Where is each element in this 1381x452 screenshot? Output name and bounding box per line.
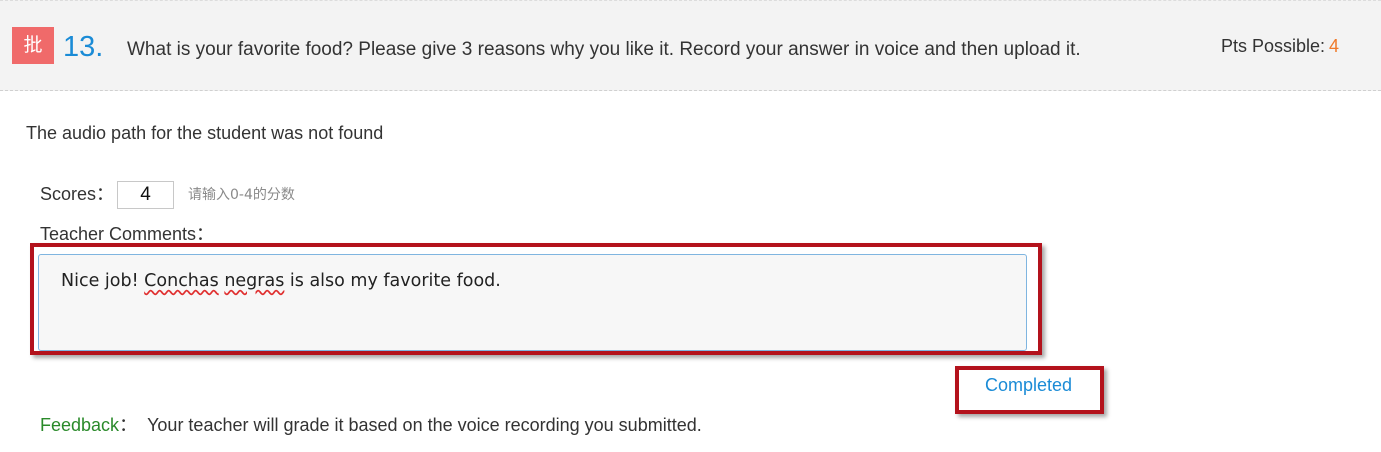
score-hint: 请输入0-4的分数 xyxy=(188,187,295,203)
comment-text-start: Nice job! xyxy=(61,271,145,291)
comment-misspelled-word: negras xyxy=(224,271,285,291)
teacher-comments-text: Nice job! Conchas negras is also my favo… xyxy=(61,269,501,293)
audio-status-message: The audio path for the student was not f… xyxy=(26,123,384,143)
comment-misspelled-word: Conchas xyxy=(144,271,219,291)
question-text: What is your favorite food? Please give … xyxy=(127,39,1081,60)
comment-text-end: is also my favorite food. xyxy=(284,271,501,291)
points-possible: Pts Possible: 4 xyxy=(1221,34,1339,58)
teacher-comments-textarea[interactable]: Nice job! Conchas negras is also my favo… xyxy=(38,254,1027,351)
feedback-colon: ： xyxy=(119,415,138,435)
points-possible-label: Pts Possible: xyxy=(1221,36,1326,56)
feedback-row: Feedback： Your teacher will grade it base… xyxy=(40,413,702,437)
completed-button[interactable]: Completed xyxy=(985,373,1072,397)
points-possible-value: 4 xyxy=(1329,36,1340,56)
question-number: 13. xyxy=(63,31,104,63)
feedback-text: Your teacher will grade it based on the … xyxy=(147,415,702,435)
question-header: 批 13. What is your favorite food? Please… xyxy=(0,0,1381,91)
grading-badge: 批 xyxy=(12,27,54,64)
score-input[interactable] xyxy=(117,181,174,209)
score-label: Scores： xyxy=(40,184,115,204)
feedback-label: Feedback xyxy=(40,415,120,435)
